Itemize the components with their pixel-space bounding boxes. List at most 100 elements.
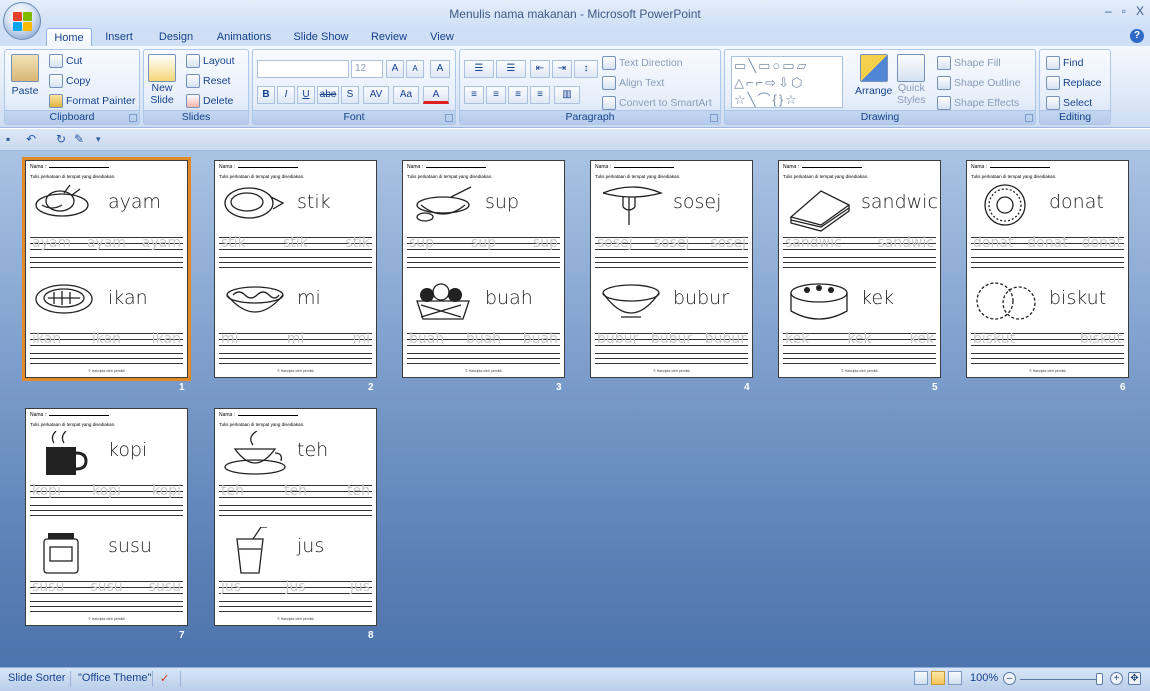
- quick-styles-button[interactable]: Quick Styles: [897, 54, 926, 106]
- redo-icon[interactable]: ↻: [56, 133, 69, 146]
- justify-button[interactable]: ≡: [530, 86, 550, 104]
- cut-button[interactable]: Cut: [49, 54, 82, 68]
- replace-button[interactable]: Replace: [1046, 76, 1102, 90]
- restore-button[interactable]: ▫: [1122, 4, 1126, 18]
- save-icon[interactable]: ▪: [6, 133, 19, 146]
- trace-words: biskut biskut: [973, 331, 1122, 347]
- trace-words: bubur bubur bubur: [597, 331, 746, 347]
- slide-thumbnail-8[interactable]: Nama : Tulis perkataan di tempat yang dis…: [214, 408, 377, 626]
- zoom-in-button[interactable]: +: [1110, 672, 1123, 685]
- editing-label: Editing: [1040, 110, 1110, 124]
- close-button[interactable]: X: [1136, 4, 1144, 18]
- slide-thumbnail-1[interactable]: Nama : Tulis perkataan di tempat yang dis…: [22, 157, 191, 381]
- align-right-button[interactable]: ≡: [508, 86, 528, 104]
- theme-name[interactable]: "Office Theme": [78, 672, 151, 684]
- character-spacing-button[interactable]: AV: [363, 86, 389, 104]
- italic-button[interactable]: I: [277, 86, 295, 104]
- tab-view[interactable]: View: [422, 28, 462, 47]
- shadow-button[interactable]: S: [341, 86, 359, 104]
- layout-button[interactable]: Layout: [186, 54, 235, 68]
- slide-thumbnail-2[interactable]: Nama : Tulis perkataan di tempat yang dis…: [214, 160, 377, 378]
- arrange-icon: [859, 54, 888, 82]
- find-button[interactable]: Find: [1046, 56, 1083, 70]
- trace-word: kek: [847, 331, 872, 347]
- tab-insert[interactable]: Insert: [96, 28, 142, 47]
- delete-button[interactable]: Delete: [186, 94, 233, 108]
- title-bar: Menulis nama makanan - Microsoft PowerPo…: [0, 0, 1150, 28]
- shape-fill-button[interactable]: Shape Fill: [937, 56, 1001, 70]
- slide-number: 1: [179, 382, 185, 393]
- undo-icon[interactable]: ↶: [26, 133, 39, 146]
- text-direction-button[interactable]: Text Direction: [602, 56, 683, 70]
- shape-effects-button[interactable]: Shape Effects: [937, 96, 1019, 110]
- new-slide-button[interactable]: New Slide: [148, 54, 176, 106]
- zoom-level[interactable]: 100%: [970, 672, 998, 684]
- increase-indent-button[interactable]: ⇥: [552, 60, 572, 78]
- zoom-slider-track[interactable]: [1020, 679, 1100, 680]
- font-color-button[interactable]: A: [423, 86, 449, 104]
- font-name-input[interactable]: [257, 60, 349, 78]
- slide-thumbnail-3[interactable]: Nama : Tulis perkataan di tempat yang dis…: [402, 160, 565, 378]
- normal-view-button[interactable]: [914, 671, 928, 685]
- change-case-button[interactable]: Aa: [393, 86, 419, 104]
- tab-design[interactable]: Design: [152, 28, 200, 47]
- donat-picture: [975, 183, 1041, 236]
- convert-smartart-button[interactable]: Convert to SmartArt: [602, 96, 712, 110]
- spell-check-icon[interactable]: ✓: [160, 672, 169, 685]
- slide-name-field: Nama :: [971, 164, 1051, 170]
- help-icon[interactable]: ?: [1130, 29, 1144, 43]
- underline-button[interactable]: U: [297, 86, 315, 104]
- trace-words: ayam ayam ayam: [32, 235, 181, 251]
- slide-footer: © Hakcipta oleh pemilik: [841, 369, 878, 373]
- align-center-button[interactable]: ≡: [486, 86, 506, 104]
- zoom-slider-thumb[interactable]: [1096, 673, 1103, 685]
- slides-group: New Slide Layout Reset Delete Slides: [143, 49, 249, 125]
- minimize-button[interactable]: –: [1105, 4, 1112, 18]
- shape-outline-button[interactable]: Shape Outline: [937, 76, 1021, 90]
- trace-word: sandwic: [785, 235, 842, 251]
- columns-button[interactable]: ▥: [554, 86, 580, 104]
- align-left-button[interactable]: ≡: [464, 86, 484, 104]
- strikethrough-button[interactable]: abe: [317, 86, 339, 104]
- slide-footer: © Hakcipta oleh pemilik: [88, 617, 125, 621]
- tab-animations[interactable]: Animations: [210, 28, 278, 47]
- drawing-launcher[interactable]: [1025, 114, 1033, 122]
- grow-font-button[interactable]: A: [386, 60, 404, 78]
- paste-button[interactable]: Paste: [11, 54, 39, 97]
- numbering-button[interactable]: ☰: [496, 60, 526, 78]
- slide-show-view-button[interactable]: [948, 671, 962, 685]
- decrease-indent-button[interactable]: ⇤: [530, 60, 550, 78]
- draw-icon[interactable]: ✎: [74, 133, 87, 146]
- slide-thumbnail-6[interactable]: Nama : Tulis perkataan di tempat yang dis…: [966, 160, 1129, 378]
- arrange-button[interactable]: Arrange: [855, 54, 892, 97]
- clipboard-launcher[interactable]: [129, 114, 137, 122]
- line-spacing-button[interactable]: ↕: [574, 60, 598, 78]
- drawing-group: ▭╲▭○▭▱ △⌐⌐⇨⇩⬡ ☆╲⌒{}☆ Arrange Quick Styles …: [724, 49, 1036, 125]
- tab-slide-show[interactable]: Slide Show: [288, 28, 354, 47]
- slide-thumbnail-4[interactable]: Nama : Tulis perkataan di tempat yang dis…: [590, 160, 753, 378]
- align-text-button[interactable]: Align Text: [602, 76, 664, 90]
- shrink-font-button[interactable]: A: [406, 60, 424, 78]
- clear-formatting-button[interactable]: A: [430, 60, 450, 78]
- font-size-input[interactable]: 12: [351, 60, 383, 78]
- shapes-gallery[interactable]: ▭╲▭○▭▱ △⌐⌐⇨⇩⬡ ☆╲⌒{}☆: [731, 56, 843, 108]
- trace-word: susu: [90, 579, 123, 595]
- slide-instruction: Tulis perkataan di tempat yang disediaka…: [219, 422, 305, 427]
- slide-sorter-view-button[interactable]: [931, 671, 945, 685]
- office-button[interactable]: [3, 2, 41, 40]
- zoom-out-button[interactable]: –: [1003, 672, 1016, 685]
- font-launcher[interactable]: [445, 114, 453, 122]
- customize-toolbar-icon[interactable]: ▾: [96, 133, 109, 146]
- slide-thumbnail-5[interactable]: Nama : Tulis perkataan di tempat yang dis…: [778, 160, 941, 378]
- tab-home[interactable]: Home: [46, 28, 92, 47]
- bold-button[interactable]: B: [257, 86, 275, 104]
- select-button[interactable]: Select: [1046, 96, 1092, 110]
- paragraph-launcher[interactable]: [710, 114, 718, 122]
- tab-review[interactable]: Review: [364, 28, 414, 47]
- bullets-button[interactable]: ☰: [464, 60, 494, 78]
- format-painter-button[interactable]: Format Painter: [49, 94, 135, 108]
- fit-window-button[interactable]: ✥: [1128, 672, 1141, 685]
- slide-thumbnail-7[interactable]: Nama : Tulis perkataan di tempat yang dis…: [25, 408, 188, 626]
- reset-button[interactable]: Reset: [186, 74, 230, 88]
- copy-button[interactable]: Copy: [49, 74, 91, 88]
